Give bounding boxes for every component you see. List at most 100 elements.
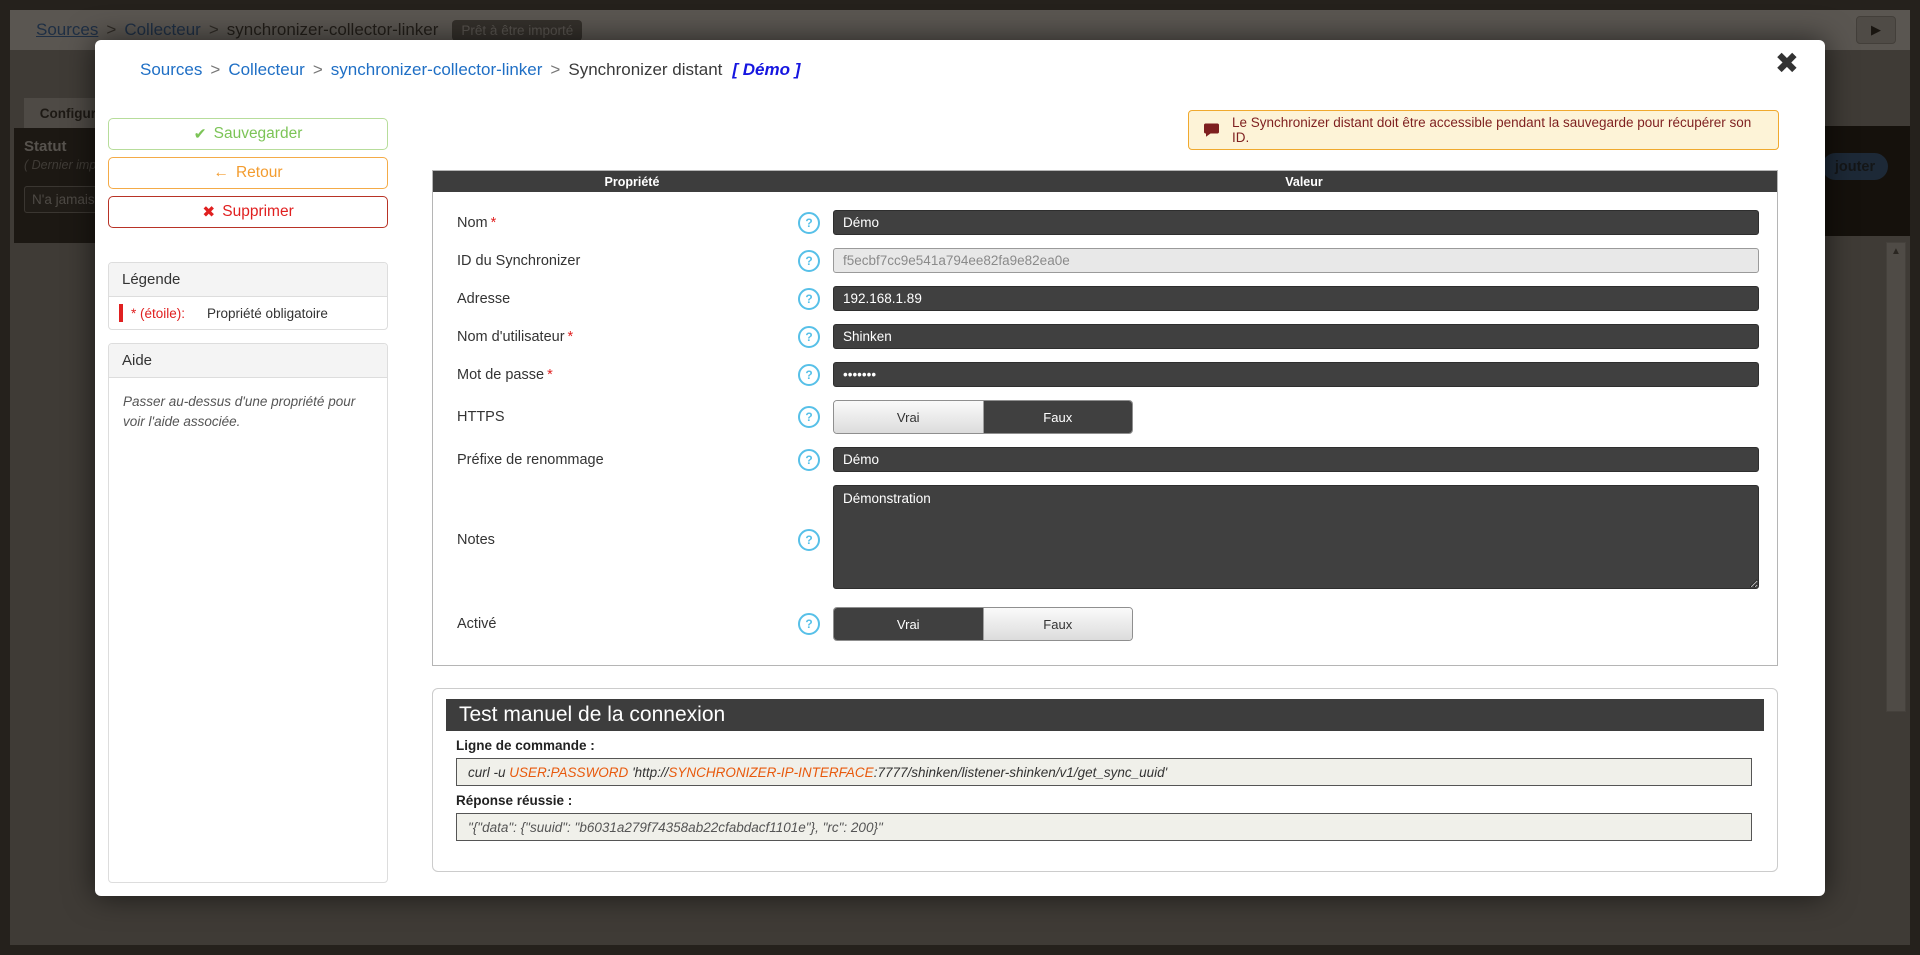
field-label-text: ID du Synchronizer [457, 253, 580, 269]
active-toggle: Vrai Faux [833, 607, 1133, 641]
arrow-left-icon: ← [213, 164, 229, 182]
question-glyph: ? [805, 533, 812, 547]
active-option-faux[interactable]: Faux [984, 608, 1133, 640]
field-label-text: Nom d'utilisateur [457, 329, 565, 345]
question-glyph: ? [805, 330, 812, 344]
back-button[interactable]: ← Retour [108, 157, 388, 189]
command-line-code: curl -u USER:PASSWORD 'http://SYNCHRONIZ… [456, 758, 1752, 786]
help-icon[interactable]: ? [798, 406, 820, 428]
field-label-text: Activé [457, 616, 497, 632]
breadcrumb-link-sources[interactable]: Sources [140, 60, 202, 80]
cross-icon: ✖ [202, 203, 215, 222]
table-row-adresse: Adresse ? [433, 286, 1777, 311]
question-glyph: ? [805, 617, 812, 631]
synchronizer-id-input [833, 248, 1759, 273]
field-label-notes: Notes [433, 532, 798, 548]
legend-panel: Légende * (étoile): Propriété obligatoir… [108, 262, 388, 330]
notice-text: Le Synchronizer distant doit être access… [1232, 115, 1764, 145]
help-icon[interactable]: ? [798, 364, 820, 386]
adresse-input[interactable] [833, 286, 1759, 311]
help-icon[interactable]: ? [798, 212, 820, 234]
connection-test-title: Test manuel de la connexion [446, 699, 1764, 731]
required-asterisk: * [568, 329, 574, 345]
question-glyph: ? [805, 254, 812, 268]
notes-textarea[interactable]: Démonstration [833, 485, 1759, 589]
legend-row: * (étoile): Propriété obligatoire [109, 297, 387, 329]
breadcrumb-separator: > [313, 60, 323, 80]
field-label-text: Préfixe de renommage [457, 452, 604, 468]
delete-button-label: Supprimer [222, 203, 294, 221]
response-code: "{"data": {"suuid": "b6031a279f74358ab22… [456, 813, 1752, 841]
code-text: curl -u USER:PASSWORD 'http://SYNCHRONIZ… [468, 765, 1167, 780]
help-panel-text: Passer au-dessus d'une propriété pour vo… [109, 378, 387, 445]
question-glyph: ? [805, 410, 812, 424]
breadcrumb-link-synchronizer-collector-linker[interactable]: synchronizer-collector-linker [331, 60, 543, 80]
field-label-https: HTTPS [433, 409, 798, 425]
save-button-label: Sauvegarder [214, 125, 303, 143]
help-icon[interactable]: ? [798, 288, 820, 310]
password-input[interactable] [833, 362, 1759, 387]
nom-input[interactable] [833, 210, 1759, 235]
question-glyph: ? [805, 216, 812, 230]
response-label: Réponse réussie : [456, 793, 1764, 808]
breadcrumb-link-collecteur[interactable]: Collecteur [228, 60, 305, 80]
field-label-text: Mot de passe [457, 367, 544, 383]
legend-panel-title: Légende [109, 263, 387, 297]
code-host-placeholder: SYNCHRONIZER-IP-INTERFACE [668, 765, 873, 780]
response-text: "{"data": {"suuid": "b6031a279f74358ab22… [468, 820, 883, 835]
help-icon[interactable]: ? [798, 326, 820, 348]
table-row-id: ID du Synchronizer ? [433, 248, 1777, 273]
help-icon[interactable]: ? [798, 449, 820, 471]
help-panel: Aide Passer au-dessus d'une propriété po… [108, 343, 388, 883]
help-icon[interactable]: ? [798, 250, 820, 272]
speech-bubble-icon [1203, 122, 1220, 138]
https-toggle: Vrai Faux [833, 400, 1133, 434]
breadcrumb-item-tag: [ Démo ] [732, 60, 800, 80]
connection-test-section: Test manuel de la connexion Ligne de com… [432, 688, 1778, 872]
command-line-label: Ligne de commande : [456, 738, 1764, 753]
active-option-vrai[interactable]: Vrai [834, 608, 984, 640]
help-icon[interactable]: ? [798, 529, 820, 551]
table-row-utilisateur: Nom d'utilisateur* ? [433, 324, 1777, 349]
synchronizer-modal: Sources > Collecteur > synchronizer-coll… [95, 40, 1825, 896]
modal-breadcrumb: Sources > Collecteur > synchronizer-coll… [140, 60, 800, 80]
help-icon[interactable]: ? [798, 613, 820, 635]
field-label-id: ID du Synchronizer [433, 253, 798, 269]
field-label-active: Activé [433, 616, 798, 632]
field-label-utilisateur: Nom d'utilisateur* [433, 329, 798, 345]
header-property: Propriété [433, 175, 831, 189]
breadcrumb-current-page: Synchronizer distant [568, 60, 722, 80]
table-row-notes: Notes ? Démonstration [433, 485, 1777, 594]
username-input[interactable] [833, 324, 1759, 349]
https-option-faux[interactable]: Faux [984, 401, 1133, 433]
prefix-input[interactable] [833, 447, 1759, 472]
close-button[interactable]: ✖ [1775, 50, 1799, 79]
table-row-active: Activé ? Vrai Faux [433, 607, 1777, 641]
legend-value: Propriété obligatoire [207, 306, 328, 321]
property-table-body: Nom* ? ID du Synchronizer ? Adresse [433, 192, 1777, 655]
field-label-motdepasse: Mot de passe* [433, 367, 798, 383]
save-button[interactable]: ✔ Sauvegarder [108, 118, 388, 150]
question-glyph: ? [805, 453, 812, 467]
delete-button[interactable]: ✖ Supprimer [108, 196, 388, 228]
table-row-https: HTTPS ? Vrai Faux [433, 400, 1777, 434]
property-table-header: Propriété Valeur [433, 171, 1777, 192]
property-table: Propriété Valeur Nom* ? ID du Synchroniz… [432, 170, 1778, 666]
close-icon: ✖ [1775, 48, 1799, 80]
table-row-nom: Nom* ? [433, 210, 1777, 235]
table-row-motdepasse: Mot de passe* ? [433, 362, 1777, 387]
required-asterisk: * [547, 367, 553, 383]
modal-left-column: ✔ Sauvegarder ← Retour ✖ Supprimer Légen… [108, 118, 388, 883]
code-user-placeholder: USER [509, 765, 547, 780]
required-asterisk: * [491, 215, 497, 231]
legend-key: * (étoile): [131, 306, 185, 321]
question-glyph: ? [805, 292, 812, 306]
field-label-text: Nom [457, 215, 488, 231]
https-option-vrai[interactable]: Vrai [834, 401, 984, 433]
field-label-prefixe: Préfixe de renommage [433, 452, 798, 468]
help-panel-title: Aide [109, 344, 387, 378]
field-label-text: HTTPS [457, 409, 505, 425]
code-password-placeholder: PASSWORD [551, 765, 629, 780]
question-glyph: ? [805, 368, 812, 382]
header-value: Valeur [831, 175, 1777, 189]
